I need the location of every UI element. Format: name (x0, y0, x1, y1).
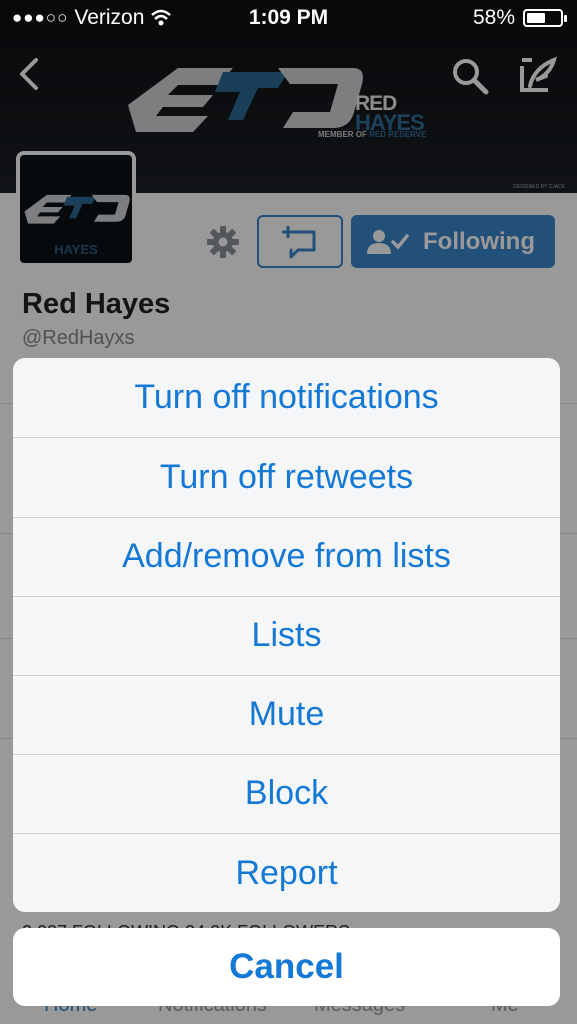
status-bar: ●●●○○ Verizon 1:09 PM 58% (0, 0, 577, 36)
turn-off-retweets-option[interactable]: Turn off retweets (13, 438, 560, 517)
block-option[interactable]: Block (13, 754, 560, 833)
battery-icon (523, 9, 567, 27)
report-option[interactable]: Report (13, 834, 560, 912)
lists-option[interactable]: Lists (13, 596, 560, 675)
action-sheet: Turn off notifications Turn off retweets… (13, 358, 560, 912)
add-remove-lists-option[interactable]: Add/remove from lists (13, 517, 560, 596)
turn-off-notifications-option[interactable]: Turn off notifications (13, 358, 560, 437)
battery-percent: 58% (472, 6, 515, 29)
mute-option[interactable]: Mute (13, 675, 560, 754)
battery-fill (527, 13, 546, 23)
cancel-button[interactable]: Cancel (13, 928, 560, 1006)
